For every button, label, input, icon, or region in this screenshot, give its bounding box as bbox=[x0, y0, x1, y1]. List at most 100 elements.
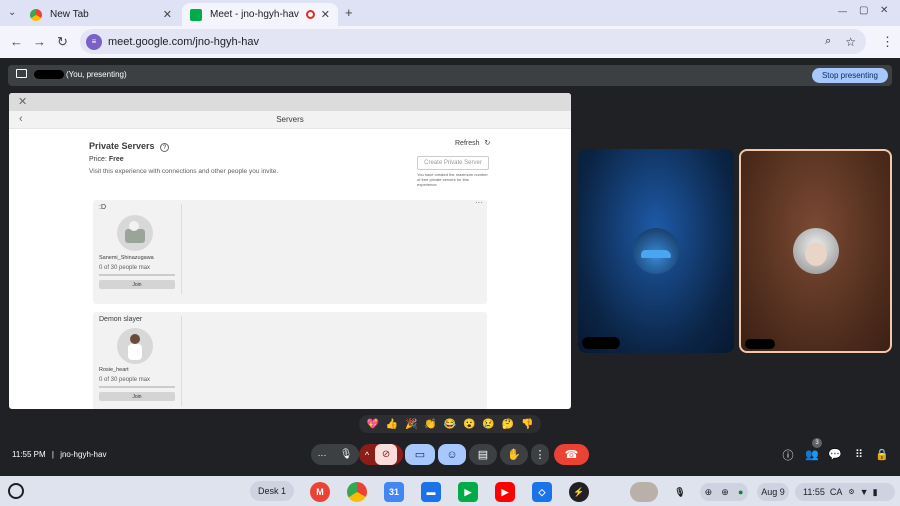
meet-icon bbox=[190, 8, 202, 21]
separator: | bbox=[51, 450, 54, 459]
calendar-icon[interactable]: 31 bbox=[384, 482, 404, 502]
wifi-icon: ▼ bbox=[859, 487, 869, 497]
meeting-details-icon[interactable]: ⓘ bbox=[779, 444, 797, 465]
price-line: Price: Free bbox=[89, 156, 124, 163]
reaction-thumbs-down[interactable]: 👎 bbox=[521, 419, 533, 430]
roblox-icon[interactable]: ◇ bbox=[532, 482, 552, 502]
tab-label: New Tab bbox=[50, 9, 89, 20]
participant-tile[interactable] bbox=[578, 149, 734, 353]
servers-header: ‹ Servers bbox=[9, 111, 571, 129]
close-tab-icon[interactable]: ✕ bbox=[321, 8, 330, 21]
leave-call-button[interactable]: ☎ bbox=[554, 444, 589, 465]
chrome-icon[interactable] bbox=[347, 482, 367, 502]
emoji-button[interactable]: ☺ bbox=[438, 444, 466, 465]
browser-toolbar: ← → ↻ ≡ meet.google.com/jno-hgyh-hav ⌕ ☆… bbox=[0, 26, 900, 58]
reaction-party[interactable]: 🎉 bbox=[405, 419, 417, 430]
join-button[interactable]: Join bbox=[99, 392, 175, 401]
participants-count-badge: 3 bbox=[812, 438, 822, 448]
tab-meet[interactable]: Meet - jno-hgyh-hav ✕ bbox=[182, 3, 338, 26]
reload-icon[interactable]: ↻ bbox=[57, 34, 68, 50]
tab-new-tab[interactable]: New Tab ✕ bbox=[22, 3, 180, 26]
mic-icon: 🎙 bbox=[339, 449, 353, 460]
reaction-clap[interactable]: 👏 bbox=[424, 419, 436, 430]
reaction-surprised[interactable]: 😮 bbox=[463, 419, 475, 430]
bolt-app-icon[interactable]: ⚡ bbox=[569, 482, 589, 502]
chat-icon[interactable]: 💬 bbox=[826, 444, 844, 465]
create-private-server-button[interactable]: Create Private Server bbox=[417, 156, 489, 170]
divider bbox=[181, 316, 182, 406]
bookmark-star-icon[interactable]: ☆ bbox=[845, 35, 856, 49]
status-tray[interactable]: ⊕ ⊕ ● bbox=[700, 483, 748, 501]
reaction-sad[interactable]: 😢 bbox=[482, 419, 494, 430]
reaction-thumbs-up[interactable]: 👍 bbox=[386, 419, 398, 430]
divider bbox=[181, 204, 182, 294]
url-text: meet.google.com/jno-hgyh-hav bbox=[108, 35, 260, 48]
settings-dot-icon: ⚙ bbox=[848, 489, 855, 496]
stop-presenting-button[interactable]: Stop presenting bbox=[812, 68, 888, 83]
owner-avatar[interactable] bbox=[117, 215, 153, 251]
owner-name[interactable]: Rosie_heart bbox=[99, 367, 181, 373]
more-audio-options-button[interactable]: ··· 🎙 bbox=[311, 444, 359, 465]
meeting-code: jno-hgyh-hav bbox=[60, 450, 107, 459]
mic-status-icon[interactable]: 🎙 bbox=[670, 482, 690, 502]
help-icon[interactable]: ? bbox=[160, 143, 170, 152]
date-button[interactable]: Aug 9 bbox=[757, 483, 789, 501]
close-window-button[interactable]: ✕ bbox=[880, 5, 888, 16]
menu-icon[interactable]: ⋮ bbox=[881, 34, 894, 50]
account-avatar[interactable] bbox=[630, 482, 658, 502]
participant-avatar bbox=[633, 228, 679, 274]
minimize-button[interactable]: — bbox=[838, 6, 847, 16]
system-tray[interactable]: 11:55 CA ⚙ ▼ ▮ bbox=[795, 483, 895, 501]
new-tab-button[interactable]: + bbox=[345, 5, 353, 20]
meeting-time: 11:55 PM bbox=[12, 450, 46, 459]
add-circle-icon: ⊕ bbox=[721, 486, 729, 497]
launcher-icon[interactable] bbox=[8, 483, 24, 499]
participant-tile-speaking[interactable] bbox=[739, 149, 892, 353]
chevron-up-icon[interactable]: ^ bbox=[365, 450, 369, 460]
presenting-bar: (You, presenting) Stop presenting bbox=[8, 65, 892, 86]
video-controls[interactable]: ^ ⊘ bbox=[359, 444, 403, 465]
address-bar[interactable]: ≡ meet.google.com/jno-hgyh-hav ⌕ ☆ bbox=[80, 29, 866, 54]
close-tab-icon[interactable]: ✕ bbox=[163, 8, 172, 21]
present-button[interactable]: ▭ bbox=[405, 444, 435, 465]
refresh-icon: ↻ bbox=[484, 140, 491, 147]
tray-region: CA bbox=[829, 487, 843, 497]
desk-button[interactable]: Desk 1 bbox=[250, 481, 294, 501]
camera-off-icon[interactable]: ⊘ bbox=[375, 444, 398, 465]
green-dot-icon: ● bbox=[737, 487, 744, 497]
refresh-control[interactable]: Refresh ↻ bbox=[455, 139, 490, 147]
server-name: Demon slayer bbox=[99, 316, 143, 323]
reaction-thinking[interactable]: 🤔 bbox=[502, 419, 514, 430]
add-circle-icon: ⊕ bbox=[704, 486, 713, 497]
section-title-text: Private Servers bbox=[89, 141, 155, 151]
maximize-button[interactable]: ▢ bbox=[859, 5, 868, 16]
close-icon[interactable]: ✕ bbox=[18, 95, 27, 108]
present-screen-icon bbox=[16, 69, 27, 78]
reaction-heart[interactable]: 💖 bbox=[366, 419, 378, 430]
more-options-icon[interactable]: ··· bbox=[475, 198, 483, 207]
capacity-bar bbox=[99, 274, 175, 276]
zoom-icon[interactable]: ⌕ bbox=[825, 35, 831, 48]
price-label: Price: bbox=[89, 156, 107, 163]
activities-icon[interactable]: ⠿ bbox=[850, 444, 868, 465]
youtube-icon[interactable]: ▶ bbox=[495, 482, 515, 502]
forward-icon[interactable]: → bbox=[33, 34, 46, 49]
tab-search-icon[interactable]: ⌄ bbox=[8, 7, 16, 18]
captions-button[interactable]: ▤ bbox=[469, 444, 497, 465]
raise-hand-button[interactable]: ✋ bbox=[500, 444, 528, 465]
files-icon[interactable]: ▬ bbox=[421, 482, 441, 502]
recording-icon bbox=[305, 10, 315, 19]
more-options-button[interactable]: ⋮ bbox=[531, 444, 549, 465]
server-card: Demon slayer Rosie_heart 0 of 30 people … bbox=[93, 312, 487, 409]
owner-avatar[interactable] bbox=[117, 328, 153, 364]
refresh-label: Refresh bbox=[455, 140, 480, 147]
reaction-laugh[interactable]: 😂 bbox=[444, 419, 456, 430]
join-button[interactable]: Join bbox=[99, 280, 175, 289]
meet-app-icon[interactable]: ▶ bbox=[458, 482, 478, 502]
back-icon[interactable]: ← bbox=[10, 34, 23, 49]
owner-name[interactable]: Sanemi_Shinazugawa bbox=[99, 255, 181, 261]
chrome-icon bbox=[30, 8, 42, 21]
host-controls-icon[interactable]: 🔒 bbox=[873, 444, 891, 465]
site-info-icon[interactable]: ≡ bbox=[86, 33, 102, 50]
gmail-icon[interactable]: M bbox=[310, 482, 330, 502]
